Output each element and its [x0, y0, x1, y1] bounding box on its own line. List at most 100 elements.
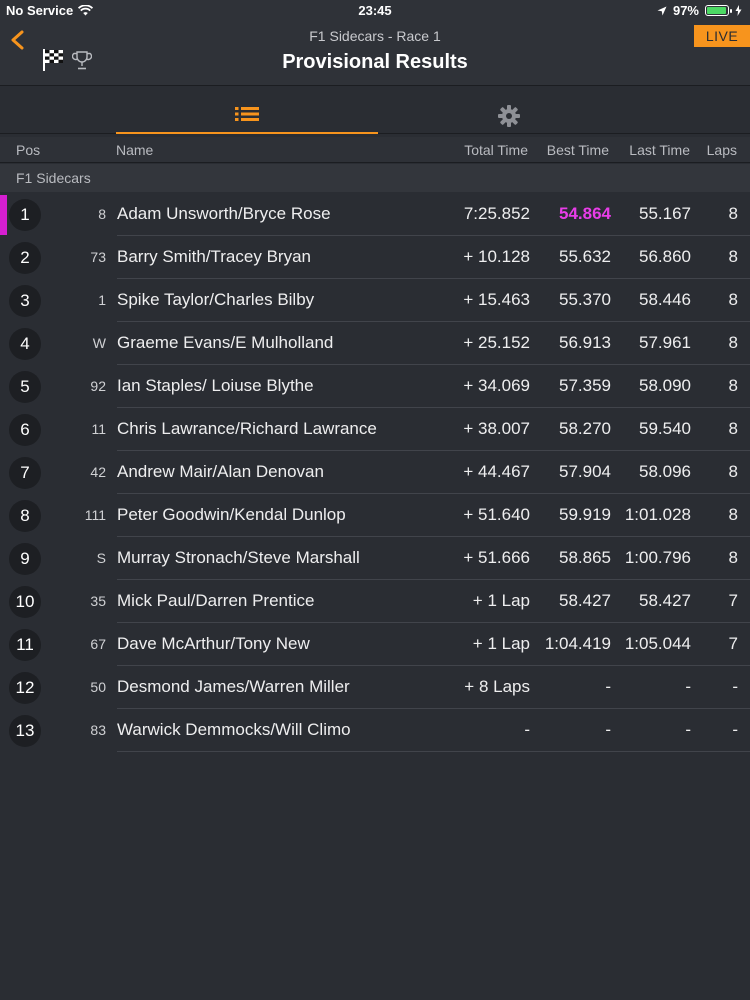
position-badge: 6: [9, 414, 41, 446]
rider-names: Warwick Demmocks/Will Climo: [117, 720, 351, 739]
race-number: 92: [90, 378, 106, 394]
position-badge: 10: [9, 586, 41, 618]
rider-names: Spike Taylor/Charles Bilby: [117, 290, 315, 309]
race-number: 8: [98, 206, 106, 222]
last-time: 56.860: [639, 247, 691, 266]
table-row[interactable]: 12 50 Desmond James/Warren Miller + 8 Laps -…: [0, 666, 750, 709]
battery-icon: [705, 5, 732, 16]
table-row[interactable]: 5 92 Ian Staples/ Loiuse Blythe + 34.069 57.…: [0, 365, 750, 408]
total-time: -: [524, 720, 530, 739]
race-number: 67: [90, 636, 106, 652]
laps-count: -: [732, 677, 738, 696]
laps-count: 8: [728, 204, 738, 223]
position-badge: 13: [9, 715, 41, 747]
best-time: 57.904: [559, 462, 611, 481]
rider-names: Graeme Evans/E Mulholland: [117, 333, 334, 352]
table-row[interactable]: 1 8 Adam Unsworth/Bryce Rose 7:25.852 54.864…: [0, 193, 750, 236]
last-time: 58.427: [639, 591, 691, 610]
last-time: 58.446: [639, 290, 691, 309]
total-time: + 1 Lap: [472, 591, 530, 610]
race-number: 35: [90, 593, 106, 609]
last-time: 1:05.044: [624, 634, 691, 653]
last-time: 58.096: [639, 462, 691, 481]
column-best-time: Best Time: [546, 142, 609, 158]
total-time: + 15.463: [463, 290, 530, 309]
table-row[interactable]: 3 1 Spike Taylor/Charles Bilby + 15.463 55.3…: [0, 279, 750, 322]
best-time: 55.370: [559, 290, 611, 309]
laps-count: 8: [728, 548, 738, 567]
best-time: 54.864: [559, 204, 611, 223]
best-time: 1:04.419: [544, 634, 611, 653]
total-time: + 51.666: [463, 548, 530, 567]
rider-names: Ian Staples/ Loiuse Blythe: [117, 376, 314, 395]
best-time: 58.865: [559, 548, 611, 567]
laps-count: 8: [728, 290, 738, 309]
laps-count: 8: [728, 505, 738, 524]
total-time: + 38.007: [463, 419, 530, 438]
page-title: Provisional Results: [282, 51, 468, 73]
table-row[interactable]: 13 83 Warwick Demmocks/Will Climo - - - -: [0, 709, 750, 752]
laps-count: 8: [728, 247, 738, 266]
position-badge: 11: [9, 629, 41, 661]
section-header: F1 Sidecars: [0, 164, 750, 192]
table-row[interactable]: 7 42 Andrew Mair/Alan Denovan + 44.467 57.90…: [0, 451, 750, 494]
rider-names: Mick Paul/Darren Prentice: [117, 591, 315, 610]
status-bar: No Service 23:45 97%: [0, 0, 750, 20]
tab-results-list[interactable]: [116, 96, 378, 134]
last-time: 1:01.028: [624, 505, 691, 524]
section-title: F1 Sidecars: [16, 170, 91, 186]
total-time: + 51.640: [463, 505, 530, 524]
race-number: 111: [84, 507, 106, 523]
view-tabs: [0, 96, 750, 134]
race-number: 42: [90, 464, 106, 480]
rider-names: Chris Lawrance/Richard Lawrance: [117, 419, 377, 438]
position-badge: 3: [9, 285, 41, 317]
position-badge: 8: [9, 500, 41, 532]
race-subtitle: F1 Sidecars - Race 1: [309, 28, 441, 44]
best-time: 57.359: [559, 376, 611, 395]
rider-names: Adam Unsworth/Bryce Rose: [117, 204, 331, 223]
table-row[interactable]: 8 111 Peter Goodwin/Kendal Dunlop + 51.640 5…: [0, 494, 750, 537]
battery-percent: 97%: [672, 3, 699, 18]
total-time: + 10.128: [463, 247, 530, 266]
rider-names: Barry Smith/Tracey Bryan: [117, 247, 311, 266]
charging-bolt-icon: [735, 5, 742, 16]
total-time: + 8 Laps: [464, 677, 530, 696]
last-time: -: [685, 720, 691, 739]
position-badge: 9: [9, 543, 41, 575]
results-list: 1 8 Adam Unsworth/Bryce Rose 7:25.852 54.864…: [0, 193, 750, 752]
best-time: -: [605, 720, 611, 739]
last-time: 55.167: [639, 204, 691, 223]
table-row[interactable]: 6 11 Chris Lawrance/Richard Lawrance + 38.0…: [0, 408, 750, 451]
race-number: 11: [91, 421, 106, 437]
laps-count: 8: [728, 333, 738, 352]
best-time: 55.632: [559, 247, 611, 266]
live-button[interactable]: LIVE: [694, 25, 750, 47]
column-laps: Laps: [706, 142, 737, 158]
table-row[interactable]: 2 73 Barry Smith/Tracey Bryan + 10.128 55.63…: [0, 236, 750, 279]
table-row[interactable]: 11 67 Dave McArthur/Tony New + 1 Lap 1:04.41…: [0, 623, 750, 666]
total-time: + 1 Lap: [472, 634, 530, 653]
total-time: 7:25.852: [463, 204, 530, 223]
location-arrow-icon: [657, 6, 667, 15]
table-row[interactable]: 9 S Murray Stronach/Steve Marshall + 51.666…: [0, 537, 750, 580]
race-number: W: [92, 335, 106, 351]
tab-settings[interactable]: [378, 96, 640, 134]
table-row[interactable]: 4 W Graeme Evans/E Mulholland + 25.152 56.91…: [0, 322, 750, 365]
laps-count: 7: [728, 591, 738, 610]
nav-bar: F1 Sidecars - Race 1 Provisional Results…: [0, 20, 750, 86]
rider-names: Murray Stronach/Steve Marshall: [117, 548, 360, 567]
best-time: 58.270: [559, 419, 611, 438]
battery-fill: [707, 7, 727, 14]
laps-count: -: [732, 720, 738, 739]
position-badge: 7: [9, 457, 41, 489]
column-total-time: Total Time: [464, 142, 528, 158]
status-right: 97%: [657, 3, 742, 18]
position-badge: 12: [9, 672, 41, 704]
table-row[interactable]: 10 35 Mick Paul/Darren Prentice + 1 Lap 58.4…: [0, 580, 750, 623]
laps-count: 8: [728, 376, 738, 395]
total-time: + 25.152: [463, 333, 530, 352]
leader-marker: [0, 195, 7, 235]
total-time: + 44.467: [463, 462, 530, 481]
status-time: 23:45: [358, 3, 392, 18]
